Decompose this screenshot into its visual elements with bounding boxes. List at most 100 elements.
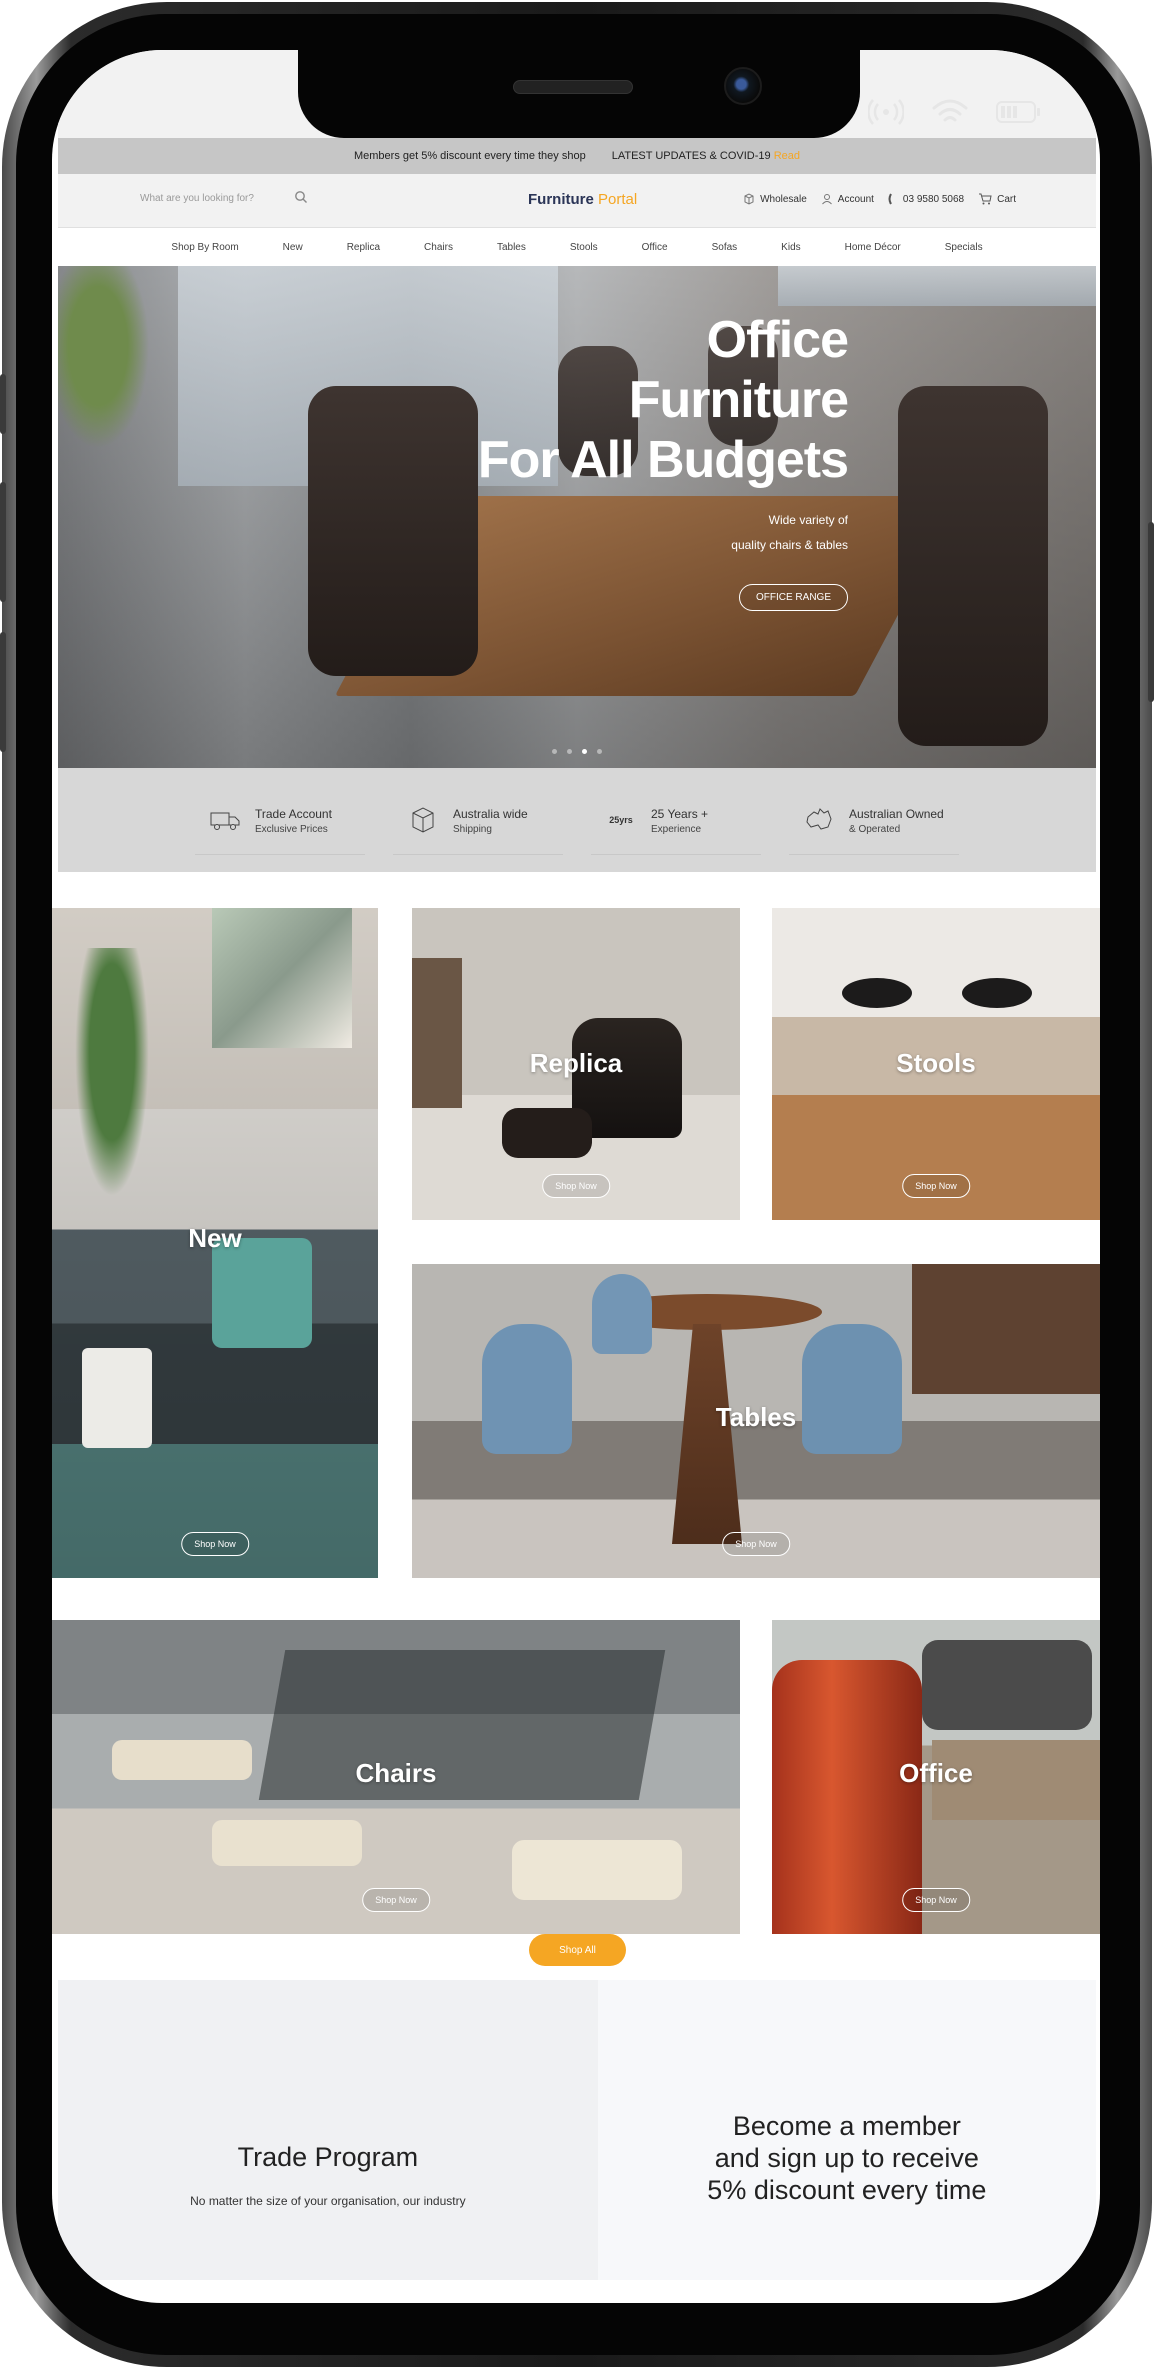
nav-item-replica[interactable]: Replica [325,242,402,253]
ottoman [502,1108,592,1158]
slider-dot-active[interactable] [582,749,587,754]
shop-now-button[interactable]: Shop Now [902,1174,970,1198]
office-range-button[interactable]: OFFICE RANGE [738,584,848,611]
membership-line: and sign up to receive [714,2143,979,2173]
hero-text: Office Furniture For All Budgets Wide va… [477,310,849,611]
membership-title: Become a member and sign up to receive 5… [598,2110,1096,2206]
nav-item-chairs[interactable]: Chairs [402,242,475,253]
phone-icon [888,193,892,205]
account-label: Account [837,193,874,205]
category-title: New [188,1223,242,1253]
slider-dot[interactable] [597,749,602,754]
van-icon [209,804,241,836]
earpiece-speaker [513,80,633,94]
blue-chair [802,1324,902,1454]
cart-link[interactable]: Cart [978,193,1016,205]
feature-subtitle: & Operated [849,824,901,835]
features-bar: Trade Account Exclusive Prices Australia… [58,768,1096,872]
wholesale-link[interactable]: Wholesale [743,193,807,205]
status-bar-icons [868,98,1040,126]
category-tile-office[interactable]: Office Shop Now [772,1620,1100,1934]
office-chairs-background [922,1640,1092,1730]
shop-now-button[interactable]: Shop Now [181,1532,249,1556]
membership-line: Become a member [732,2111,961,2141]
battery-icon [996,101,1040,123]
cushion [212,1238,312,1348]
updates-announcement: LATEST UPDATES & COVID-19 Read [612,150,800,162]
hero-plant [58,266,158,466]
notch [298,50,860,138]
feature-title: Australia wide [453,807,528,821]
feature-title: 25 Years + [651,807,709,821]
hero-chair-right [898,386,1048,746]
feature-subtitle: Experience [651,824,702,835]
category-title: Office [899,1758,973,1788]
nav-item-kids[interactable]: Kids [759,242,822,253]
fiddle-leaf-plant [72,948,152,1208]
membership-line: 5% discount every time [707,2175,987,2205]
cart-icon [979,193,992,205]
chair-seat [212,1820,362,1866]
account-link[interactable]: Account [821,193,874,205]
feature-experience: 25yrs 25 Years + Experience [591,785,761,855]
shop-now-button[interactable]: Shop Now [722,1532,790,1556]
updates-link[interactable]: Read [774,150,800,162]
announcement-bar: Members get 5% discount every time they … [58,138,1096,174]
category-title: Chairs [355,1758,437,1788]
hero-subtitle: Wide variety of quality chairs & tables [478,508,848,558]
shop-now-button[interactable]: Shop Now [902,1888,970,1912]
category-tile-stools[interactable]: Stools Shop Now [772,908,1100,1220]
nav-item-specials[interactable]: Specials [923,242,1005,253]
shop-now-button[interactable]: Shop Now [542,1174,610,1198]
wall-art [212,908,352,1048]
nav-item-stools[interactable]: Stools [548,242,620,253]
search-input[interactable]: What are you looking for? [140,193,254,204]
hero-title: Office Furniture For All Budgets [477,310,849,490]
slider-dot[interactable] [552,749,557,754]
category-tile-new[interactable]: New Shop Now [52,908,378,1578]
stool-seat [842,978,912,1008]
trade-program-text: No matter the size of your organisation,… [190,2194,466,2208]
nav-item-home-decor[interactable]: Home Décor [823,242,923,253]
slider-dot[interactable] [567,749,572,754]
wholesale-label: Wholesale [760,193,807,205]
plant-pot [82,1348,152,1448]
feature-shipping: Australia wide Shipping [393,785,563,855]
box-icon [744,193,754,205]
site-header: What are you looking for? Furniture Port… [58,174,1096,228]
power-button [1148,522,1154,702]
chair-seat [512,1840,682,1900]
search-icon[interactable] [294,190,308,204]
blue-chair [482,1324,572,1454]
shop-now-button[interactable]: Shop Now [362,1888,430,1912]
bookshelf [412,958,462,1108]
category-tile-chairs[interactable]: Chairs Shop Now [52,1620,740,1934]
web-page: Members get 5% discount every time they … [52,50,1100,2280]
hero-banner[interactable]: Office Furniture For All Budgets Wide va… [58,266,1096,768]
hero-subtitle-line: quality chairs & tables [731,538,848,552]
category-tile-replica[interactable]: Replica Shop Now [412,908,740,1220]
25yrs-badge-icon: 25yrs [605,804,637,836]
badge-text: 25yrs [609,814,633,825]
slider-dots [552,749,602,754]
phone-link[interactable]: 03 9580 5068 [888,193,964,205]
membership-panel: Become a member and sign up to receive 5… [597,1980,1096,2280]
site-logo[interactable]: Furniture Portal [528,191,637,208]
discount-announcement: Members get 5% discount every time they … [353,150,586,162]
blue-chair [592,1274,652,1354]
nav-item-new[interactable]: New [261,242,325,253]
nav-item-office[interactable]: Office [620,242,690,253]
category-tile-tables[interactable]: Tables Shop Now [412,1264,1100,1578]
nav-item-shop-by-room[interactable]: Shop By Room [149,242,260,253]
feature-subtitle: Exclusive Prices [255,824,328,835]
hero-title-line: For All Budgets [477,431,849,489]
logo-accent-text: Portal [598,191,638,208]
shop-all-button[interactable]: Shop All [529,1934,626,1966]
trade-program-panel: Trade Program No matter the size of your… [58,1980,598,2280]
phone-number: 03 9580 5068 [902,193,965,205]
box-icon [407,804,439,836]
category-grid: New Shop Now Replica Shop Now Stools Sho… [52,872,1100,1980]
signal-icon [868,99,904,125]
nav-item-tables[interactable]: Tables [475,242,548,253]
nav-item-sofas[interactable]: Sofas [690,242,760,253]
